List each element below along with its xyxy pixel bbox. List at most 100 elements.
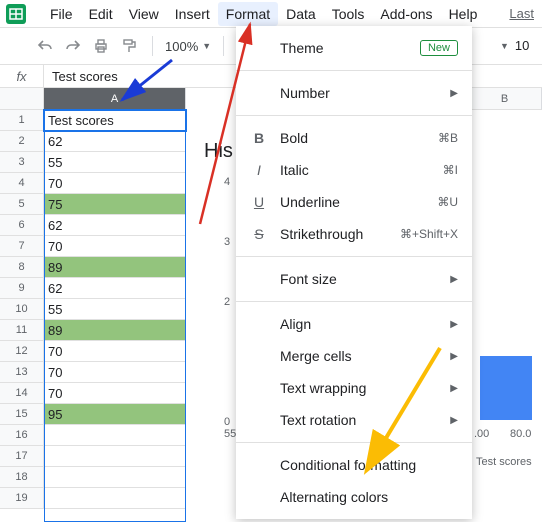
menu-align-label: Align <box>280 316 438 332</box>
cell-a9[interactable]: 62 <box>44 278 186 299</box>
menu-theme-label: Theme <box>280 40 408 56</box>
chart-y-tick: 2 <box>224 296 230 308</box>
menu-bold[interactable]: B Bold ⌘B <box>236 122 472 154</box>
row-header[interactable]: 8 <box>0 257 44 278</box>
menu-underline[interactable]: U Underline ⌘U <box>236 186 472 218</box>
column-header-a[interactable]: A <box>44 88 186 110</box>
print-icon[interactable] <box>90 35 112 57</box>
menu-underline-label: Underline <box>280 194 425 210</box>
menu-format[interactable]: Format <box>218 2 278 26</box>
cell-a5[interactable]: 75 <box>44 194 186 215</box>
menu-theme[interactable]: Theme New <box>236 32 472 64</box>
menu-data[interactable]: Data <box>278 2 324 26</box>
row-header[interactable]: 18 <box>0 467 44 488</box>
chevron-right-icon: ▶ <box>450 351 458 362</box>
menu-bold-shortcut: ⌘B <box>438 131 458 145</box>
menu-alt-label: Alternating colors <box>280 489 458 505</box>
select-all-corner[interactable] <box>0 88 44 110</box>
cell-a15[interactable]: 95 <box>44 404 186 425</box>
chevron-right-icon: ▶ <box>450 383 458 394</box>
menu-insert[interactable]: Insert <box>167 2 218 26</box>
menu-number[interactable]: Number ▶ <box>236 77 472 109</box>
row-header[interactable]: 11 <box>0 320 44 341</box>
menu-edit[interactable]: Edit <box>81 2 121 26</box>
formula-content[interactable]: Test scores <box>44 69 118 84</box>
cell-a19[interactable] <box>44 488 186 509</box>
cell-a16[interactable] <box>44 425 186 446</box>
font-size-value: 10 <box>515 38 529 53</box>
cell-a3[interactable]: 55 <box>44 152 186 173</box>
row-header[interactable]: 10 <box>0 299 44 320</box>
cell-a12[interactable]: 70 <box>44 341 186 362</box>
menu-strikethrough[interactable]: S Strikethrough ⌘+Shift+X <box>236 218 472 250</box>
cell-a1[interactable]: Test scores <box>44 110 186 131</box>
row-header[interactable]: 3 <box>0 152 44 173</box>
row-header[interactable]: 7 <box>0 236 44 257</box>
cell-a2[interactable]: 62 <box>44 131 186 152</box>
cell-a17[interactable] <box>44 446 186 467</box>
row-header[interactable]: 15 <box>0 404 44 425</box>
menu-font-size[interactable]: Font size ▶ <box>236 263 472 295</box>
cell-a10[interactable]: 55 <box>44 299 186 320</box>
row-header[interactable]: 6 <box>0 215 44 236</box>
row-header[interactable]: 16 <box>0 425 44 446</box>
strikethrough-icon: S <box>250 226 268 242</box>
menu-italic[interactable]: I Italic ⌘I <box>236 154 472 186</box>
row-header[interactable]: 4 <box>0 173 44 194</box>
last-edit-link[interactable]: Last <box>509 6 534 21</box>
cell-a14[interactable]: 70 <box>44 383 186 404</box>
menu-underline-shortcut: ⌘U <box>437 195 458 209</box>
paint-format-icon[interactable] <box>118 35 140 57</box>
row-header[interactable]: 12 <box>0 341 44 362</box>
menu-text-wrapping[interactable]: Text wrapping ▶ <box>236 372 472 404</box>
menu-italic-label: Italic <box>280 162 431 178</box>
cell-a13[interactable]: 70 <box>44 362 186 383</box>
menu-merge-cells[interactable]: Merge cells ▶ <box>236 340 472 372</box>
undo-icon[interactable] <box>34 35 56 57</box>
italic-icon: I <box>250 162 268 178</box>
menu-alternating-colors[interactable]: Alternating colors <box>236 481 472 513</box>
row-header[interactable]: 5 <box>0 194 44 215</box>
menu-align[interactable]: Align ▶ <box>236 308 472 340</box>
chevron-down-icon: ▼ <box>202 41 211 51</box>
cell-a18[interactable] <box>44 467 186 488</box>
fx-label: fx <box>0 65 44 87</box>
row-header[interactable]: 17 <box>0 446 44 467</box>
row-header[interactable]: 1 <box>0 110 44 131</box>
chart-bar <box>480 356 532 420</box>
menu-addons[interactable]: Add-ons <box>372 2 440 26</box>
sheets-app-icon[interactable] <box>4 2 28 26</box>
menu-conditional-formatting[interactable]: Conditional formatting <box>236 449 472 481</box>
row-header[interactable]: 9 <box>0 278 44 299</box>
chevron-right-icon: ▶ <box>450 88 458 99</box>
zoom-select[interactable]: 100% ▼ <box>165 39 211 54</box>
menu-bold-label: Bold <box>280 130 426 146</box>
chart-y-tick: 4 <box>224 176 230 188</box>
cell-a6[interactable]: 62 <box>44 215 186 236</box>
menubar: File Edit View Insert Format Data Tools … <box>0 0 542 28</box>
menu-wrap-label: Text wrapping <box>280 380 438 396</box>
menu-view[interactable]: View <box>121 2 167 26</box>
menu-file[interactable]: File <box>42 2 81 26</box>
cell-a4[interactable]: 70 <box>44 173 186 194</box>
redo-icon[interactable] <box>62 35 84 57</box>
menu-help[interactable]: Help <box>441 2 486 26</box>
font-size-select[interactable]: ▼ 10 <box>500 38 529 53</box>
chart-x-tick: .00 <box>474 428 489 440</box>
cell-a11[interactable]: 89 <box>44 320 186 341</box>
chevron-down-icon: ▼ <box>500 41 509 51</box>
menu-font-size-label: Font size <box>280 271 438 287</box>
chart-x-tick: 55 <box>224 428 236 440</box>
menu-tools[interactable]: Tools <box>324 2 373 26</box>
row-header[interactable]: 13 <box>0 362 44 383</box>
menu-strike-shortcut: ⌘+Shift+X <box>400 227 458 241</box>
row-header[interactable]: 2 <box>0 131 44 152</box>
zoom-value: 100% <box>165 39 198 54</box>
row-header[interactable]: 14 <box>0 383 44 404</box>
menu-text-rotation[interactable]: Text rotation ▶ <box>236 404 472 436</box>
row-header[interactable]: 19 <box>0 488 44 509</box>
menu-cond-label: Conditional formatting <box>280 457 458 473</box>
column-header-b[interactable]: B <box>468 88 542 110</box>
cell-a7[interactable]: 70 <box>44 236 186 257</box>
cell-a8[interactable]: 89 <box>44 257 186 278</box>
